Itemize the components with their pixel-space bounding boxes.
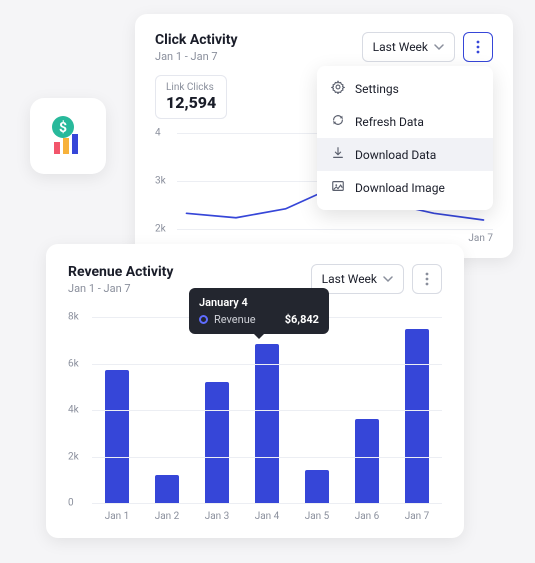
menu-item-download-data[interactable]: Download Data <box>317 138 493 171</box>
y-tick: 2k <box>155 224 166 235</box>
metric-value: 12,594 <box>166 93 216 112</box>
y-tick: 0 <box>68 498 74 509</box>
svg-text:$: $ <box>59 119 67 136</box>
x-tick: Jan 2 <box>142 511 192 522</box>
revenue-more-button[interactable] <box>412 264 442 294</box>
bar[interactable] <box>205 382 229 503</box>
grid-line <box>92 503 442 504</box>
gear-icon <box>331 80 345 97</box>
revenue-range-label: Last Week <box>322 272 377 286</box>
grid-line <box>92 457 442 458</box>
x-tick: Jan 3 <box>192 511 242 522</box>
grid-line <box>92 410 442 411</box>
tooltip-series: Revenue <box>214 313 256 326</box>
click-title: Click Activity <box>155 32 238 48</box>
link-clicks-metric: Link Clicks 12,594 <box>155 75 227 119</box>
download-icon <box>331 146 345 163</box>
menu-item-label: Download Data <box>355 148 436 162</box>
click-range-label: Last Week <box>373 40 428 54</box>
revenue-date-range: Jan 1 - Jan 7 <box>68 282 173 295</box>
refresh-icon <box>331 113 345 130</box>
click-more-button[interactable] <box>463 32 493 62</box>
tooltip-value: $6,842 <box>285 313 319 326</box>
y-tick: 3k <box>155 176 166 187</box>
x-tick: Jan 7 <box>392 511 442 522</box>
revenue-title: Revenue Activity <box>68 264 173 280</box>
y-tick: 4 <box>155 128 161 139</box>
click-options-menu: Settings Refresh Data Download Data Downloa… <box>317 66 493 210</box>
x-tick: Jan 5 <box>292 511 342 522</box>
menu-item-label: Settings <box>355 82 399 96</box>
menu-item-refresh-data[interactable]: Refresh Data <box>317 105 493 138</box>
bar[interactable] <box>355 419 379 503</box>
y-tick: 4k <box>68 405 79 416</box>
bar[interactable] <box>405 329 429 503</box>
grid-line <box>92 364 442 365</box>
x-tick: Jan 1 <box>92 511 142 522</box>
x-tick: Jan 7 <box>448 233 493 244</box>
bar[interactable] <box>105 370 129 503</box>
x-tick: Jan 6 <box>342 511 392 522</box>
chevron-down-icon <box>383 274 393 284</box>
metric-label: Link Clicks <box>166 82 216 93</box>
click-activity-card: Click Activity Jan 1 - Jan 7 Last Week L… <box>135 14 513 258</box>
y-tick: 2k <box>68 451 79 462</box>
menu-item-settings[interactable]: Settings <box>317 72 493 105</box>
chevron-down-icon <box>434 42 444 52</box>
kebab-icon <box>476 40 480 54</box>
y-tick: 6k <box>68 358 79 369</box>
image-icon <box>331 179 345 196</box>
bar[interactable] <box>155 475 179 503</box>
bar[interactable] <box>255 344 279 503</box>
menu-item-download-image[interactable]: Download Image <box>317 171 493 204</box>
revenue-activity-card: Revenue Activity Jan 1 - Jan 7 Last Week… <box>46 244 464 538</box>
click-date-range: Jan 1 - Jan 7 <box>155 50 238 63</box>
y-tick: 8k <box>68 312 79 323</box>
click-range-dropdown[interactable]: Last Week <box>362 32 455 62</box>
click-x-axis: Jan 7 <box>177 233 493 244</box>
bar[interactable] <box>305 470 329 503</box>
tooltip-title: January 4 <box>199 296 319 309</box>
series-dot-icon <box>199 315 208 324</box>
grid-line <box>177 229 493 230</box>
x-tick: Jan 4 <box>242 511 292 522</box>
finance-icon-card: $ <box>30 98 106 174</box>
kebab-icon <box>425 272 429 286</box>
revenue-tooltip: January 4 Revenue $6,842 <box>189 288 329 334</box>
menu-item-label: Refresh Data <box>355 115 424 129</box>
revenue-bar-chart: January 4 Revenue $6,842 8k6k4k2k0 <box>68 317 442 503</box>
finance-analytics-icon: $ <box>46 114 90 158</box>
menu-item-label: Download Image <box>355 181 445 195</box>
revenue-x-axis: Jan 1Jan 2Jan 3Jan 4Jan 5Jan 6Jan 7 <box>92 511 442 522</box>
